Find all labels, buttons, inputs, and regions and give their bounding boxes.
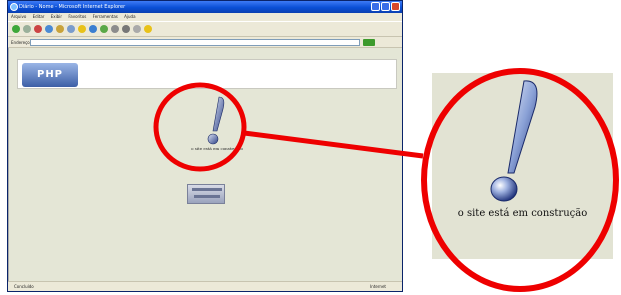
address-input[interactable] xyxy=(30,39,360,46)
forward-icon[interactable] xyxy=(23,25,31,33)
print-icon[interactable] xyxy=(122,25,130,33)
enter-button-line xyxy=(194,195,220,198)
construction-caption: o site está em construção xyxy=(191,146,243,151)
enter-button[interactable] xyxy=(187,184,225,204)
folder-icon[interactable] xyxy=(144,25,152,33)
search-icon[interactable] xyxy=(67,25,75,33)
back-icon[interactable] xyxy=(12,25,20,33)
ie-icon xyxy=(10,3,18,11)
address-bar: Endereço xyxy=(8,37,402,48)
menu-bar: Arquivo Editar Exibir Favoritos Ferramen… xyxy=(8,13,402,21)
maximize-button[interactable] xyxy=(381,2,390,11)
home-icon[interactable] xyxy=(56,25,64,33)
toolbar xyxy=(8,21,402,37)
zoom-panel: o site está em construção xyxy=(432,73,613,259)
status-bar: Concluído Internet xyxy=(8,281,402,291)
menu-tools[interactable]: Ferramentas xyxy=(93,14,118,19)
page-content: PHP o site está em construção xyxy=(8,48,402,281)
enter-button-line xyxy=(192,188,222,191)
title-bar: Diário - Nome - Microsoft Internet Explo… xyxy=(8,1,402,13)
warning-exclamation-icon xyxy=(207,96,225,145)
status-zone: Internet xyxy=(370,284,386,289)
zoom-caption: o site está em construção xyxy=(457,208,588,219)
browser-window: Diário - Nome - Microsoft Internet Explo… xyxy=(7,0,403,292)
close-button[interactable] xyxy=(391,2,400,11)
address-label: Endereço xyxy=(11,40,30,45)
go-button[interactable] xyxy=(363,39,375,46)
window-controls xyxy=(371,2,400,11)
menu-file[interactable]: Arquivo xyxy=(11,14,26,19)
status-text: Concluído xyxy=(14,284,34,289)
menu-favorites[interactable]: Favoritos xyxy=(68,14,86,19)
site-banner: PHP xyxy=(17,59,397,89)
stop-icon[interactable] xyxy=(34,25,42,33)
history-icon[interactable] xyxy=(100,25,108,33)
edit-icon[interactable] xyxy=(133,25,141,33)
screenshot-stage: Diário - Nome - Microsoft Internet Explo… xyxy=(0,0,621,295)
zoom-exclamation-icon xyxy=(490,80,538,202)
mail-icon[interactable] xyxy=(111,25,119,33)
menu-help[interactable]: Ajuda xyxy=(124,14,135,19)
favorites-icon[interactable] xyxy=(78,25,86,33)
refresh-icon[interactable] xyxy=(45,25,53,33)
minimize-button[interactable] xyxy=(371,2,380,11)
menu-edit[interactable]: Editar xyxy=(33,14,45,19)
window-title: Diário - Nome - Microsoft Internet Explo… xyxy=(19,4,126,10)
media-icon[interactable] xyxy=(89,25,97,33)
site-logo: PHP xyxy=(22,63,78,87)
menu-view[interactable]: Exibir xyxy=(51,14,62,19)
